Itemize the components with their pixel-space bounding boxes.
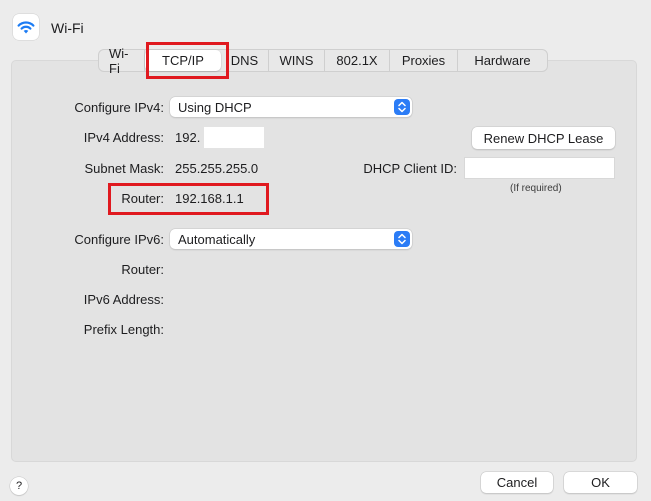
dhcp-client-id-field[interactable] — [464, 157, 615, 179]
dhcp-client-id-label: DHCP Client ID: — [363, 161, 457, 176]
chevron-up-down-icon — [394, 231, 410, 247]
renew-dhcp-lease-button[interactable]: Renew DHCP Lease — [472, 127, 615, 149]
ipv4-address-value: 192. — [175, 130, 201, 145]
tab-wifi[interactable]: Wi-Fi — [99, 46, 145, 76]
wifi-icon — [13, 14, 39, 40]
redacted-address-block — [204, 127, 264, 148]
help-button[interactable]: ? — [10, 477, 28, 495]
chevron-up-down-icon — [394, 99, 410, 115]
configure-ipv6-popup[interactable]: Automatically — [170, 229, 412, 249]
prefix-length-label: Prefix Length: — [83, 322, 164, 337]
tab-dns[interactable]: DNS — [221, 50, 269, 71]
settings-panel — [11, 60, 637, 462]
tab-hardware[interactable]: Hardware — [458, 50, 547, 71]
subnet-mask-value: 255.255.255.0 — [175, 161, 259, 176]
ipv6-router-label: Router: — [121, 262, 164, 277]
configure-ipv4-label: Configure IPv4: — [74, 100, 164, 115]
router-label: Router: — [121, 191, 164, 206]
window-title: Wi-Fi — [51, 20, 84, 36]
tab-tcp-ip[interactable]: TCP/IP — [145, 50, 221, 71]
tab-proxies[interactable]: Proxies — [390, 50, 458, 71]
configure-ipv6-label: Configure IPv6: — [74, 232, 164, 247]
configure-ipv4-value: Using DHCP — [178, 99, 252, 115]
ok-button[interactable]: OK — [564, 472, 637, 493]
configure-ipv6-value: Automatically — [178, 231, 256, 247]
ipv4-address-label: IPv4 Address: — [83, 130, 164, 145]
router-value: 192.168.1.1 — [175, 191, 244, 206]
cancel-button[interactable]: Cancel — [481, 472, 553, 493]
configure-ipv4-popup[interactable]: Using DHCP — [170, 97, 412, 117]
tab-wins[interactable]: WINS — [269, 50, 325, 71]
tab-8021x[interactable]: 802.1X — [325, 50, 390, 71]
tab-bar: Wi-Fi TCP/IP DNS WINS 802.1X Proxies Har… — [98, 46, 548, 76]
dhcp-client-id-note: (If required) — [510, 183, 562, 194]
subnet-mask-label: Subnet Mask: — [84, 161, 165, 176]
ipv6-address-label: IPv6 Address: — [83, 292, 164, 307]
